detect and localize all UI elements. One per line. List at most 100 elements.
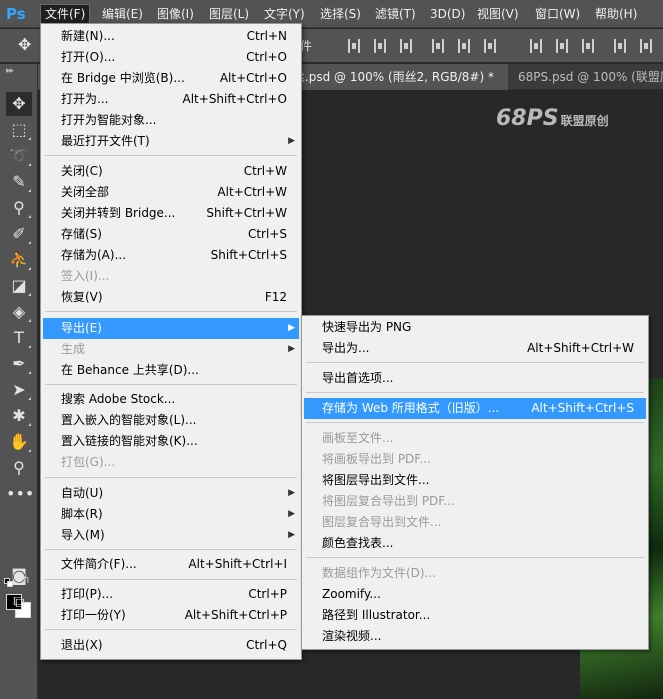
distribute-hcenter-icon[interactable] [640, 39, 652, 53]
quick-mask-icon[interactable]: ◙ [6, 564, 32, 588]
menu-separator [45, 155, 297, 156]
paint-bucket-icon[interactable]: ◈ [6, 300, 32, 324]
menu-item-scripts[interactable]: 脚本(R) ▶ [43, 504, 299, 525]
menu-item-place-linked[interactable]: 置入链接的智能对象(K)... [43, 431, 299, 452]
menu-item-open-smart-object[interactable]: 打开为智能对象... [43, 110, 299, 131]
menu-item-render-video[interactable]: 渲染视频... [304, 626, 646, 647]
align-right-icon[interactable] [484, 39, 496, 53]
move-tool-preset-icon[interactable]: ✥ [18, 35, 31, 54]
distribute-bottom-icon[interactable] [582, 39, 594, 53]
menu-item-export-as[interactable]: 导出为... Alt+Shift+Ctrl+W [304, 338, 646, 359]
menu-view[interactable]: 视图(V) [473, 4, 523, 24]
distribute-vcenter-icon[interactable] [556, 39, 568, 53]
menu-edit[interactable]: 编辑(E) [98, 4, 147, 24]
eyedropper-icon[interactable]: ⚲ [6, 196, 32, 220]
document-tab[interactable]: 68PS.psd @ 100% (联盟原创 [510, 64, 663, 90]
collapse-panel-icon[interactable]: ▸▸ [6, 66, 14, 76]
lasso-icon[interactable]: ➰ [6, 144, 32, 168]
menu-item-automate[interactable]: 自动(U) ▶ [43, 483, 299, 504]
menu-item-revert[interactable]: 恢复(V) F12 [43, 287, 299, 308]
menu-item-new[interactable]: 新建(N)... Ctrl+N [43, 26, 299, 47]
stamp-icon[interactable]: ⛹ [6, 248, 32, 272]
file-menu: 新建(N)... Ctrl+N 打开(O)... Ctrl+O 在 Bridge 中… [40, 23, 302, 660]
menu-separator [306, 422, 644, 423]
menu-item-recent-files[interactable]: 最近打开文件(T) ▶ [43, 131, 299, 152]
menu-item-browse-bridge[interactable]: 在 Bridge 中浏览(B)... Alt+Ctrl+O [43, 68, 299, 89]
zoom-icon[interactable]: ⚲ [6, 456, 32, 480]
menu-item-close-all[interactable]: 关闭全部 Alt+Ctrl+W [43, 182, 299, 203]
menu-separator [45, 311, 297, 312]
menu-item-close-go-bridge[interactable]: 关闭并转到 Bridge... Shift+Ctrl+W [43, 203, 299, 224]
menu-item-package: 打包(G)... [61, 455, 116, 469]
type-icon[interactable]: T [6, 326, 32, 350]
menu-filter[interactable]: 滤镜(T) [371, 4, 420, 24]
menu-item-export-preferences[interactable]: 导出首选项... [304, 368, 646, 389]
menu-item-artboards-to-pdf: 将画板导出到 PDF... [322, 452, 431, 466]
menu-item-print[interactable]: 打印(P)... Ctrl+P [43, 584, 299, 605]
menu-3d[interactable]: 3D(D) [426, 4, 469, 24]
screen-mode-icon[interactable]: ⧉ [6, 590, 32, 614]
menu-item-open-as[interactable]: 打开为... Alt+Shift+Ctrl+O [43, 89, 299, 110]
menu-item-data-sets-as-files: 数据组作为文件(D)... [322, 566, 437, 580]
menu-help[interactable]: 帮助(H) [591, 4, 641, 24]
menu-item-layers-to-files[interactable]: 将图层导出到文件... [304, 470, 646, 491]
submenu-arrow-icon: ▶ [288, 488, 295, 498]
menu-separator [45, 549, 297, 550]
distribute-left-icon[interactable] [614, 39, 626, 53]
path-select-icon[interactable]: ➤ [6, 378, 32, 402]
menu-item-search-stock[interactable]: 搜索 Adobe Stock... [43, 389, 299, 410]
menu-item-open[interactable]: 打开(O)... Ctrl+O [43, 47, 299, 68]
more-tools-icon[interactable]: ••• [6, 482, 34, 506]
custom-shape-icon[interactable]: ✱ [6, 404, 32, 428]
menu-item-check-in: 签入(I)... [61, 269, 110, 283]
eraser-icon[interactable]: ◪ [6, 274, 32, 298]
menu-item-share-behance[interactable]: 在 Behance 上共享(D)... [43, 360, 299, 381]
quick-select-icon[interactable]: ✎ [6, 170, 32, 194]
move-icon[interactable]: ✥ [6, 92, 32, 116]
menu-separator [45, 629, 297, 630]
marquee-icon[interactable]: ⬚ [6, 118, 32, 142]
pen-icon[interactable]: ✒ [6, 352, 32, 376]
menu-item-save-as[interactable]: 存储为(A)... Shift+Ctrl+S [43, 245, 299, 266]
align-hcenter-icon[interactable] [458, 39, 470, 53]
menu-item-save-for-web[interactable]: 存储为 Web 所用格式（旧版）... Alt+Shift+Ctrl+S [304, 398, 646, 419]
menu-layer[interactable]: 图层(L) [205, 4, 253, 24]
menu-item-place-embedded[interactable]: 置入嵌入的智能对象(L)... [43, 410, 299, 431]
menu-item-exit[interactable]: 退出(X) Ctrl+Q [43, 635, 299, 656]
menu-item-layer-comps-to-pdf: 将图层复合导出到 PDF... [322, 494, 455, 508]
submenu-arrow-icon: ▶ [288, 509, 295, 519]
align-bottom-icon[interactable] [400, 39, 412, 53]
menu-window[interactable]: 窗口(W) [531, 4, 584, 24]
menu-separator [45, 579, 297, 580]
menu-item-export[interactable]: 导出(E) ▶ [43, 318, 299, 339]
watermark-subtext: 联盟原创 [560, 114, 609, 128]
menu-image[interactable]: 图像(I) [153, 4, 198, 24]
menu-item-artboards-to-files: 画板至文件... [322, 431, 394, 445]
hand-icon[interactable]: ✋ [6, 430, 32, 454]
distribute-top-icon[interactable] [530, 39, 542, 53]
menu-item-print-one[interactable]: 打印一份(Y) Alt+Shift+Ctrl+P [43, 605, 299, 626]
menu-separator [306, 392, 644, 393]
menu-separator [45, 384, 297, 385]
brush-icon[interactable]: ✐ [6, 222, 32, 246]
submenu-arrow-icon: ▶ [288, 344, 295, 354]
menu-separator [306, 362, 644, 363]
submenu-arrow-icon: ▶ [288, 530, 295, 540]
menu-item-color-lookup-tables[interactable]: 颜色查找表... [304, 533, 646, 554]
tools-panel: ▸▸ ✥ ⬚ ➰ ✎ ⚲ ✐ ⛹ ◪ ◈ T ✒ ➤ ✱ ✋ ⚲ ••• ↰ ◙… [0, 64, 38, 699]
photoshop-logo: Ps [6, 5, 26, 23]
watermark-text: 68PS [496, 106, 559, 131]
menu-item-quick-export-png[interactable]: 快速导出为 PNG [304, 317, 646, 338]
align-vcenter-icon[interactable] [374, 39, 386, 53]
menu-file[interactable]: 文件(F) [40, 4, 91, 24]
menu-item-save[interactable]: 存储(S) Ctrl+S [43, 224, 299, 245]
menu-item-zoomify[interactable]: Zoomify... [304, 584, 646, 605]
menu-item-file-info[interactable]: 文件简介(F)... Alt+Shift+Ctrl+I [43, 554, 299, 575]
menu-item-import[interactable]: 导入(M) ▶ [43, 525, 299, 546]
menu-item-close[interactable]: 关闭(C) Ctrl+W [43, 161, 299, 182]
menu-type[interactable]: 文字(Y) [260, 4, 309, 24]
align-left-icon[interactable] [432, 39, 444, 53]
menu-item-paths-to-illustrator[interactable]: 路径到 Illustrator... [304, 605, 646, 626]
align-top-icon[interactable] [348, 39, 360, 53]
menu-select[interactable]: 选择(S) [316, 4, 365, 24]
